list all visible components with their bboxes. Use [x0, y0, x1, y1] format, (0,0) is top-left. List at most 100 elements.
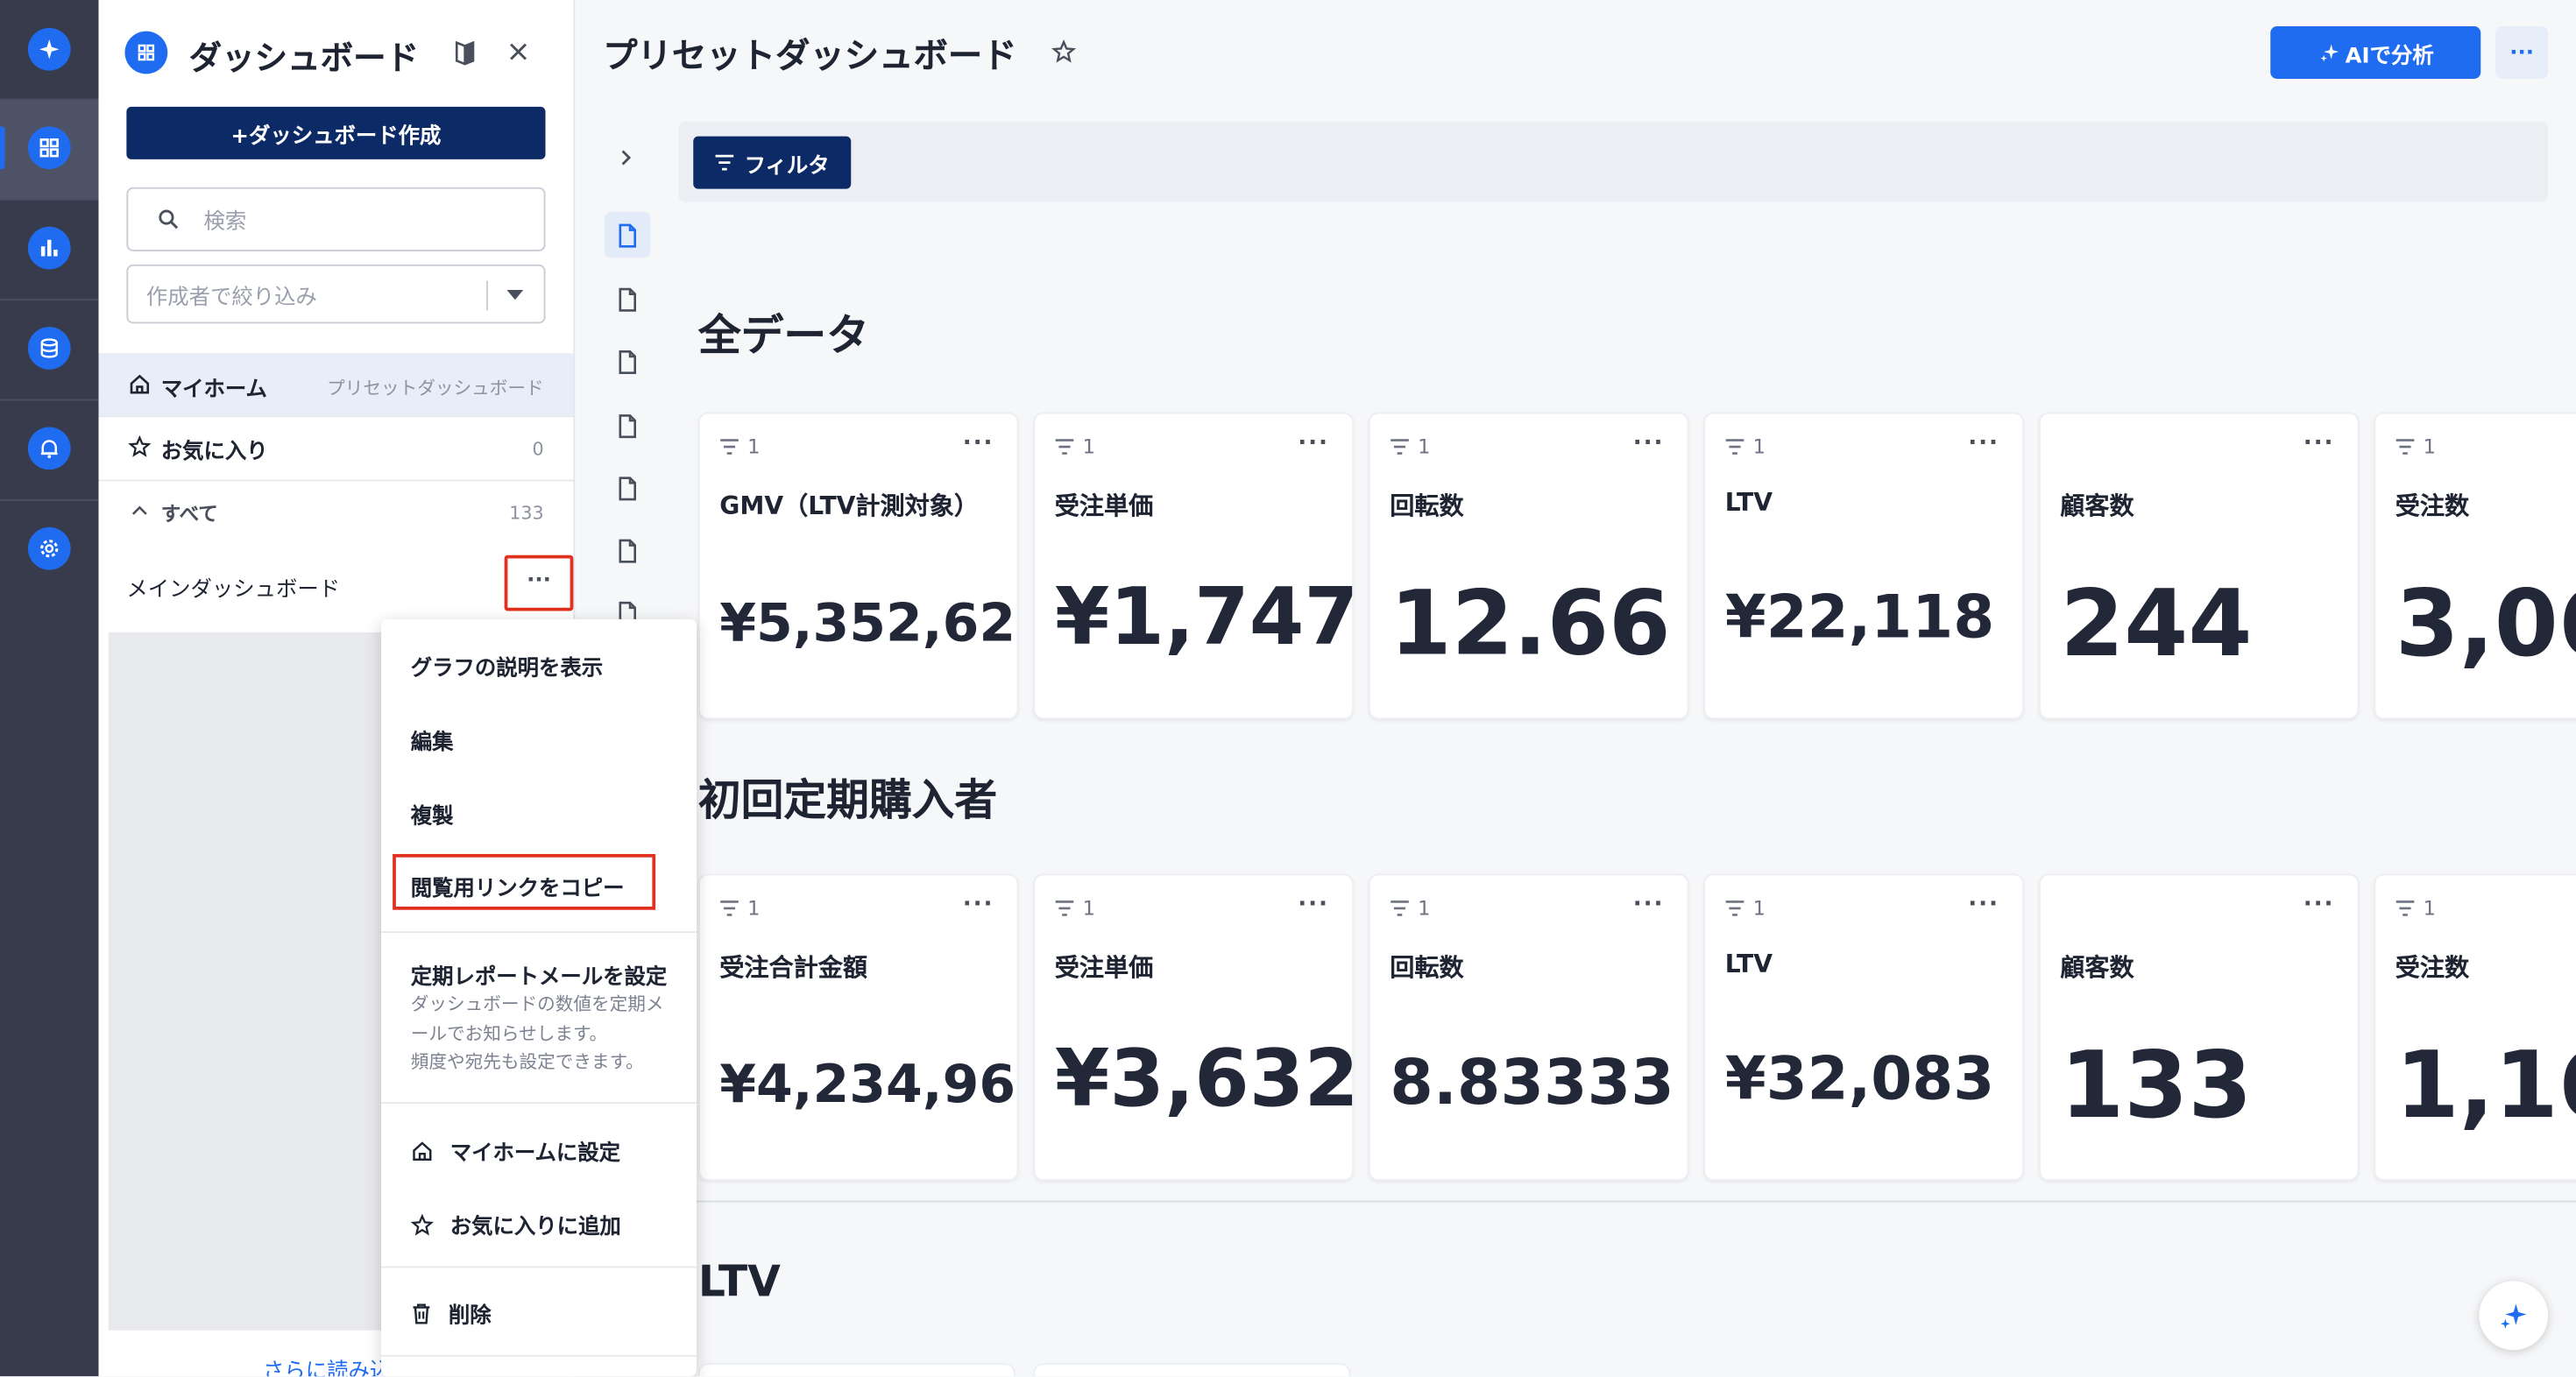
kpi-card[interactable]	[1033, 1363, 1351, 1377]
menu-label: 複製	[410, 804, 454, 830]
gear-icon[interactable]	[27, 526, 71, 570]
menu-item-add-favorite[interactable]: お気に入りに追加	[410, 1209, 621, 1240]
card-menu-button[interactable]: ···	[1633, 892, 1665, 918]
kpi-card[interactable]: 1 ··· LTV ¥32,083	[1703, 873, 2024, 1182]
card-title: 顧客数	[2060, 491, 2134, 521]
kpi-card[interactable]: 1 ··· 受注単価 ¥3,632	[1033, 873, 1354, 1182]
menu-item-copy-link[interactable]: 閲覧用リンクをコピー	[411, 871, 625, 901]
bar-chart-icon[interactable]	[27, 226, 71, 270]
filter-icon	[715, 154, 735, 171]
rail-divider	[0, 399, 99, 401]
sparkle-icon	[2497, 1299, 2530, 1332]
kpi-card[interactable]: ··· 顧客数 133	[2038, 873, 2360, 1182]
menu-item-report-mail[interactable]: 定期レポートメールを設定	[411, 959, 668, 991]
kpi-card[interactable]: ··· 顧客数 244	[2038, 412, 2360, 720]
filter-icon	[2396, 439, 2415, 455]
kpi-card[interactable]: 1 受注数 3,06	[2374, 412, 2576, 720]
card-value: 244	[2060, 571, 2253, 679]
list-item[interactable]: メインダッシュボード	[99, 552, 574, 618]
card-menu-button[interactable]: ···	[1968, 430, 1999, 456]
close-icon[interactable]	[507, 41, 528, 62]
card-value: 133	[2060, 1033, 2253, 1140]
menu-item-duplicate[interactable]: 複製	[411, 798, 454, 830]
sidebar-item-favorites[interactable]: お気に入り 0	[99, 417, 574, 479]
card-filter-tag: 1	[719, 897, 760, 920]
report-mail-description-2: 頻度や宛先も設定できます。	[410, 1051, 644, 1073]
menu-item-show-description[interactable]: グラフの説明を表示	[410, 651, 604, 682]
filter-icon	[1055, 439, 1074, 455]
kpi-card[interactable]: 1 受注数 1,16	[2374, 873, 2576, 1182]
search-placeholder: 検索	[203, 210, 247, 236]
ai-analyze-button[interactable]: AIで分析	[2270, 26, 2481, 79]
chevron-down-icon	[506, 289, 525, 300]
database-icon[interactable]	[27, 327, 71, 370]
menu-label: 削除	[448, 1303, 492, 1329]
card-value: ¥3,632	[1054, 1033, 1354, 1126]
card-value: 8.83333	[1390, 1046, 1674, 1119]
card-menu-button[interactable]: ···	[1298, 892, 1329, 918]
sidebar-item-my-home[interactable]: マイホーム プリセットダッシュボード	[98, 353, 574, 416]
star-icon[interactable]	[1051, 39, 1077, 64]
bell-icon[interactable]	[27, 427, 71, 470]
expand-chevron-icon[interactable]	[618, 148, 634, 168]
card-menu-button[interactable]: ···	[963, 892, 994, 918]
menu-item-set-home[interactable]: マイホームに設定	[411, 1135, 620, 1166]
card-title: 受注単価	[1054, 491, 1154, 521]
card-filter-tag: 1	[2396, 897, 2436, 920]
filter-count: 1	[747, 434, 761, 459]
menu-item-edit[interactable]: 編集	[410, 724, 454, 756]
context-menu: グラフの説明を表示 編集 複製 閲覧用リンクをコピー 定期レポートメールを設定 …	[381, 618, 697, 1377]
card-title: 受注数	[2395, 491, 2470, 521]
header-more-button[interactable]: ···	[2495, 26, 2549, 79]
card-menu-button[interactable]: ···	[1633, 430, 1665, 456]
card-menu-button[interactable]: ···	[2304, 892, 2335, 918]
filter-count: 1	[1752, 434, 1766, 459]
document-icon[interactable]	[605, 527, 651, 574]
card-menu-button[interactable]: ···	[2304, 430, 2335, 456]
search-input[interactable]: 検索	[126, 187, 546, 251]
search-icon	[158, 208, 179, 230]
item-more-button[interactable]: ···	[504, 554, 574, 611]
kpi-card[interactable]: 1 ··· LTV ¥22,118	[1703, 412, 2024, 720]
document-icon[interactable]	[605, 465, 651, 512]
kpi-card[interactable]: 1 ··· 回転数 12.66	[1368, 412, 1689, 720]
document-icon[interactable]	[605, 402, 651, 448]
sparkle-icon[interactable]	[27, 27, 71, 71]
author-filter-select[interactable]: 作成者で絞り込み	[126, 264, 546, 324]
kpi-card[interactable]: 1 ··· GMV（LTV計測対象） ¥5,352,625	[697, 412, 1019, 720]
all-label: すべて	[160, 502, 218, 526]
document-icon[interactable]	[605, 338, 651, 385]
card-title: 受注単価	[1054, 952, 1154, 983]
star-icon	[128, 434, 152, 458]
assistant-fab[interactable]	[2479, 1281, 2549, 1351]
menu-item-delete[interactable]: 削除	[411, 1297, 492, 1329]
kpi-card[interactable]: 1 ··· 受注単価 ¥1,747	[1033, 412, 1354, 720]
filter-icon	[720, 900, 739, 916]
card-menu-button[interactable]: ···	[1968, 892, 1999, 918]
sidebar-title: ダッシュボード	[188, 38, 420, 78]
dashboard-item-label: メインダッシュボード	[126, 578, 341, 604]
card-value: ¥32,083	[1724, 1046, 1995, 1114]
card-filter-tag: 1	[1390, 435, 1430, 458]
menu-label: 編集	[410, 731, 454, 756]
load-more-link[interactable]: さらに読み込	[263, 1353, 391, 1377]
document-icon[interactable]	[605, 211, 651, 258]
dashboard-icon[interactable]	[27, 126, 71, 170]
kpi-card[interactable]: 1 ··· 受注合計金額 ¥4,234,969	[697, 873, 1019, 1182]
card-title: LTV	[1724, 949, 1773, 979]
sidebar-group-all[interactable]: すべて 133	[99, 481, 574, 543]
filter-icon	[1391, 439, 1409, 455]
card-menu-button[interactable]: ···	[963, 430, 994, 456]
filter-button[interactable]: フィルタ	[693, 136, 852, 189]
document-icon[interactable]	[605, 276, 651, 322]
kpi-card[interactable]: 1 ··· 回転数 8.83333	[1368, 873, 1689, 1182]
select-divider	[486, 280, 488, 311]
trash-icon	[411, 1302, 432, 1324]
card-menu-button[interactable]: ···	[1298, 430, 1329, 456]
book-icon[interactable]	[454, 39, 477, 66]
kpi-card[interactable]	[697, 1363, 1016, 1377]
menu-label: グラフの説明を表示	[410, 657, 604, 682]
card-title: 回転数	[1390, 952, 1464, 983]
section-title: 初回定期購入者	[697, 776, 998, 827]
create-dashboard-button[interactable]: +ダッシュボード作成	[126, 106, 546, 159]
